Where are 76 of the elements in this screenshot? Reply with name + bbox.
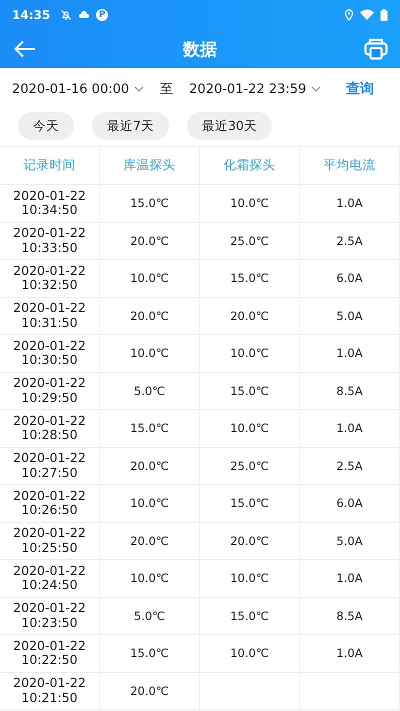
- bell-off-icon: [60, 9, 72, 21]
- table-cell: 15.0℃: [100, 635, 200, 672]
- table-cell: 5.0A: [300, 522, 400, 559]
- table-cell: 15.0℃: [200, 260, 300, 296]
- date-range-chip[interactable]: 今天: [18, 112, 74, 140]
- table-cell: 10.0℃: [200, 410, 300, 446]
- table-cell: 1.0A: [300, 410, 400, 446]
- table-cell: 2020-01-22 10:25:50: [0, 522, 100, 559]
- end-date-picker[interactable]: 2020-01-22 23:59: [189, 82, 322, 96]
- table-cell: 2020-01-22 10:27:50: [0, 448, 100, 484]
- table-cell: 1.0A: [300, 560, 400, 596]
- table-cell: 15.0℃: [100, 185, 200, 222]
- table-cell: 20.0℃: [200, 522, 300, 559]
- start-date-picker[interactable]: 2020-01-16 00:00: [12, 82, 144, 96]
- location-icon: [344, 9, 354, 21]
- table-cell: 10.0℃: [100, 485, 200, 522]
- table-cell: 2020-01-22 10:31:50: [0, 298, 100, 334]
- column-header: 库温探头: [100, 147, 200, 184]
- table-cell: 10.0℃: [200, 635, 300, 672]
- printer-icon[interactable]: [364, 38, 388, 60]
- column-header: 化霜探头: [200, 147, 300, 184]
- table-cell: 2.5A: [300, 222, 400, 259]
- table-cell: 2020-01-22 10:32:50: [0, 260, 100, 296]
- back-arrow-icon[interactable]: [14, 40, 36, 58]
- table-cell: 20.0℃: [100, 222, 200, 259]
- table-cell: 1.0A: [300, 185, 400, 222]
- table-cell: 1.0A: [300, 335, 400, 372]
- table-cell: 2020-01-22 10:26:50: [0, 485, 100, 522]
- table-cell: 15.0℃: [100, 410, 200, 446]
- table-cell: 10.0℃: [100, 335, 200, 372]
- table-cell: 10.0℃: [200, 560, 300, 596]
- table-cell: 20.0℃: [100, 522, 200, 559]
- table-cell: 2020-01-22 10:24:50: [0, 560, 100, 596]
- column-header: 记录时间: [0, 147, 100, 184]
- table-cell: 10.0℃: [200, 335, 300, 372]
- table-cell: 15.0℃: [200, 485, 300, 522]
- table-cell: 25.0℃: [200, 222, 300, 259]
- table-cell: 25.0℃: [200, 448, 300, 484]
- table-cell: 20.0℃: [100, 298, 200, 334]
- status-time: 14:35: [12, 8, 50, 22]
- page-title: 数据: [182, 38, 218, 60]
- table-cell: 2020-01-22 10:21:50: [0, 672, 100, 709]
- table-cell: 8.5A: [300, 372, 400, 409]
- parking-badge: P: [96, 9, 108, 21]
- range-separator: 至: [160, 81, 174, 98]
- table-cell: 5.0℃: [100, 372, 200, 409]
- table-cell: 2020-01-22 10:28:50: [0, 410, 100, 446]
- table-cell: 2020-01-22 10:23:50: [0, 598, 100, 634]
- table-cell: 1.0A: [300, 635, 400, 672]
- date-range-chip[interactable]: 最近7天: [92, 112, 169, 140]
- table-cell: 6.0A: [300, 485, 400, 522]
- table-cell: 2020-01-22 10:34:50: [0, 185, 100, 222]
- table-cell: 20.0℃: [200, 298, 300, 334]
- table-cell: 10.0℃: [100, 560, 200, 596]
- table-cell: 15.0℃: [200, 372, 300, 409]
- wifi-icon: [360, 9, 374, 21]
- table-cell: 2020-01-22 10:30:50: [0, 335, 100, 372]
- table-cell: 2020-01-22 10:29:50: [0, 372, 100, 409]
- chevron-down-icon: [134, 86, 144, 92]
- table-cell: 6.0A: [300, 260, 400, 296]
- column-header: 平均电流: [300, 147, 400, 184]
- table-cell: 15.0℃: [200, 598, 300, 634]
- battery-icon: [380, 9, 388, 21]
- table-cell: 5.0℃: [100, 598, 200, 634]
- chevron-down-icon: [311, 86, 322, 92]
- table-cell: 10.0℃: [100, 260, 200, 296]
- table-cell: 2020-01-22 10:33:50: [0, 222, 100, 259]
- table-cell: 20.0℃: [100, 448, 200, 484]
- cloud-icon: [78, 9, 90, 21]
- table-cell: 2.5A: [300, 448, 400, 484]
- table-cell: 5.0A: [300, 298, 400, 334]
- table-cell: 8.5A: [300, 598, 400, 634]
- table-cell: 2020-01-22 10:22:50: [0, 635, 100, 672]
- date-range-chip[interactable]: 最近30天: [186, 112, 272, 140]
- table-cell: 20.0℃: [100, 672, 200, 709]
- table-cell: 10.0℃: [200, 185, 300, 222]
